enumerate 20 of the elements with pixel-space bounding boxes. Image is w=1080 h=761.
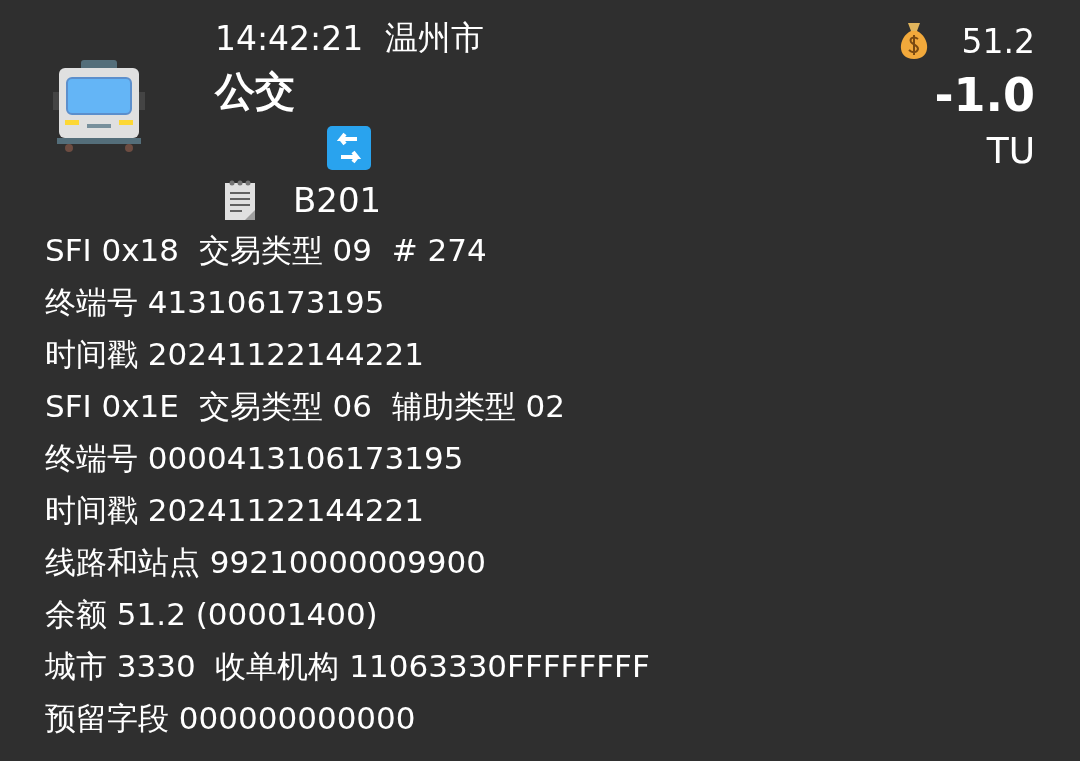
record-line: SFI 0x18 交易类型 09 # 274 [45, 231, 488, 270]
record-line: 终端号 413106173195 [45, 283, 386, 322]
swap-icon [327, 126, 371, 170]
record-line: 线路和站点 99210000009900 [45, 543, 487, 582]
record-line: SFI 0x1E 交易类型 06 辅助类型 02 [45, 387, 566, 426]
record-line: 城市 3330 收单机构 11063330FFFFFFFF [45, 647, 651, 686]
code-text: B201 [293, 180, 382, 220]
notepad-icon [223, 179, 257, 221]
time-text: 14:42:21 [215, 18, 364, 58]
record-line: 时间戳 20241122144221 [45, 335, 425, 374]
record-line: 时间戳 20241122144221 [45, 491, 425, 530]
balance-text: 51.2 [961, 21, 1035, 61]
record-line: 终端号 0000413106173195 [45, 439, 465, 478]
record-line: 预留字段 000000000000 [45, 699, 417, 738]
amount-text: -1.0 [934, 67, 1035, 124]
bus-icon [53, 60, 145, 152]
city-text: 温州市 [385, 16, 485, 59]
category-title: 公交 [215, 66, 296, 116]
record-line: 余额 51.2 (00001400) [45, 595, 379, 634]
unit-text: TU [986, 128, 1035, 173]
